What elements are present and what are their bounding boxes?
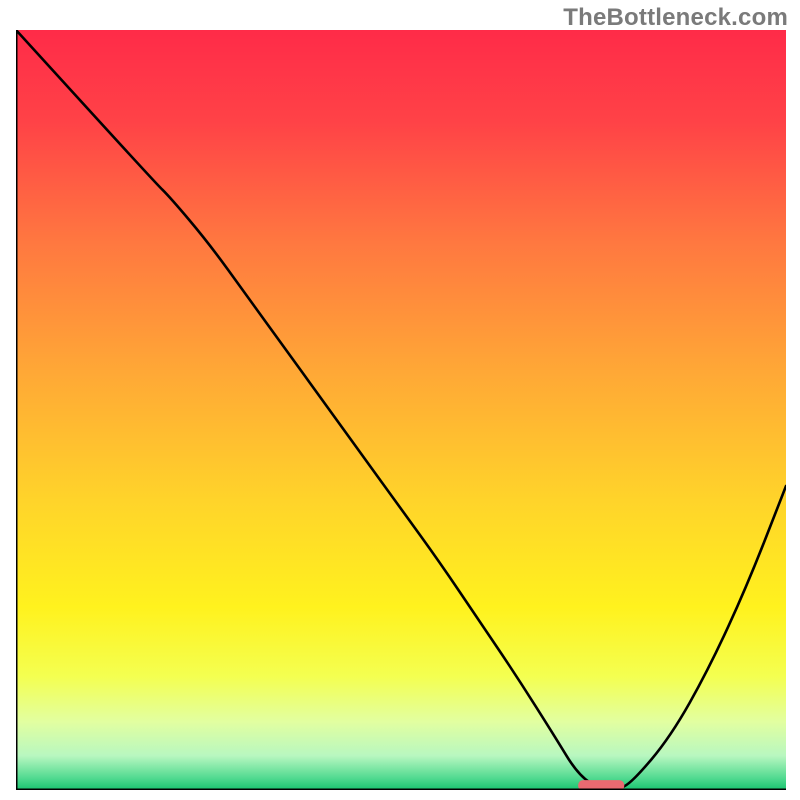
plot-area bbox=[16, 30, 786, 790]
bottleneck-chart bbox=[16, 30, 786, 790]
gradient-background bbox=[16, 30, 786, 790]
watermark-text: TheBottleneck.com bbox=[563, 4, 788, 32]
